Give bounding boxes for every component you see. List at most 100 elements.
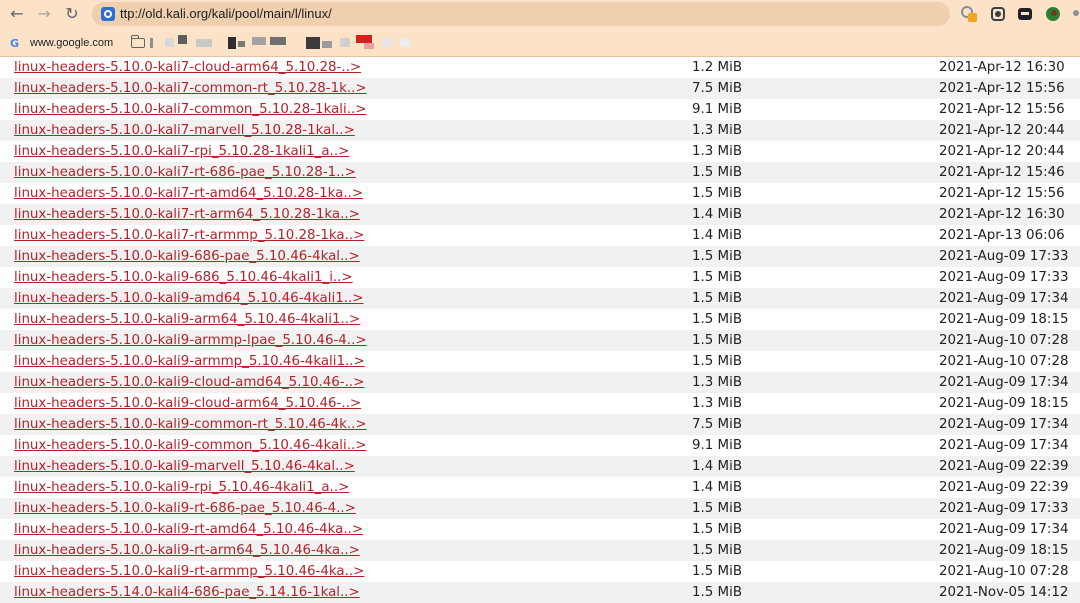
file-date: 2021-Aug-09 17:33 <box>939 249 1069 264</box>
file-link[interactable]: linux-headers-5.10.0-kali7-rt-arm64_5.10… <box>14 204 360 225</box>
table-row: linux-headers-5.10.0-kali9-cloud-arm64_5… <box>0 393 1080 414</box>
file-date: 2021-Apr-12 20:44 <box>939 144 1065 159</box>
file-link[interactable]: linux-headers-5.10.0-kali9-rt-arm64_5.10… <box>14 540 360 561</box>
file-size: 1.4 MiB <box>692 480 743 495</box>
file-link[interactable]: linux-headers-5.10.0-kali9-common_5.10.4… <box>14 435 366 456</box>
table-row: linux-headers-5.10.0-kali9-686_5.10.46-4… <box>0 267 1080 288</box>
table-row: linux-headers-5.10.0-kali9-rt-amd64_5.10… <box>0 519 1080 540</box>
file-size: 1.5 MiB <box>692 585 743 600</box>
redacted-bookmark <box>340 38 350 47</box>
menu-icon[interactable] <box>1072 6 1080 22</box>
url-text[interactable]: ttp://old.kali.org/kali/pool/main/l/linu… <box>120 2 332 26</box>
file-link[interactable]: linux-headers-5.10.0-kali7-common-rt_5.1… <box>14 78 367 99</box>
extension-mask-icon[interactable] <box>1017 6 1033 22</box>
file-link[interactable]: linux-headers-5.14.0-kali4-686-pae_5.14.… <box>14 582 360 603</box>
redacted-bookmark <box>364 43 374 49</box>
table-row: linux-headers-5.10.0-kali7-cloud-arm64_5… <box>0 57 1080 78</box>
file-date: 2021-Aug-09 22:39 <box>939 480 1069 495</box>
file-size: 9.1 MiB <box>692 438 743 453</box>
site-favicon-icon <box>101 7 115 21</box>
file-link[interactable]: linux-headers-5.10.0-kali9-cloud-amd64_5… <box>14 372 364 393</box>
file-link[interactable]: linux-headers-5.10.0-kali9-armmp-lpae_5.… <box>14 330 367 351</box>
redacted-bookmark <box>322 41 332 48</box>
file-size: 1.5 MiB <box>692 543 743 558</box>
file-size: 1.4 MiB <box>692 459 743 474</box>
file-date: 2021-Aug-09 22:39 <box>939 459 1069 474</box>
file-link[interactable]: linux-headers-5.10.0-kali9-rt-armmp_5.10… <box>14 561 364 582</box>
profile-avatar-icon[interactable] <box>1045 6 1061 22</box>
folder-icon[interactable] <box>130 35 145 48</box>
file-link[interactable]: linux-headers-5.10.0-kali9-amd64_5.10.46… <box>14 288 363 309</box>
file-link[interactable]: linux-headers-5.10.0-kali9-marvell_5.10.… <box>14 456 355 477</box>
file-size: 1.3 MiB <box>692 396 743 411</box>
table-row: linux-headers-5.10.0-kali9-armmp_5.10.46… <box>0 351 1080 372</box>
file-date: 2021-Apr-12 16:30 <box>939 60 1065 75</box>
bookmark-label: www.google.com <box>30 37 114 49</box>
browser-toolbar: ← → ↻ ttp://old.kali.org/kali/pool/main/… <box>0 0 1080 29</box>
redacted-bookmark <box>252 37 266 45</box>
table-row: linux-headers-5.10.0-kali7-rt-armmp_5.10… <box>0 225 1080 246</box>
google-icon: G <box>10 36 20 50</box>
file-date: 2021-Aug-10 07:28 <box>939 564 1069 579</box>
redacted-bookmark <box>356 35 372 43</box>
file-link[interactable]: linux-headers-5.10.0-kali9-686-pae_5.10.… <box>14 246 360 267</box>
table-row: linux-headers-5.10.0-kali7-common-rt_5.1… <box>0 78 1080 99</box>
table-row: linux-headers-5.10.0-kali7-marvell_5.10.… <box>0 120 1080 141</box>
file-link[interactable]: linux-headers-5.10.0-kali7-common_5.10.2… <box>14 99 366 120</box>
reload-icon[interactable]: ↻ <box>61 3 83 25</box>
file-date: 2021-Aug-10 07:28 <box>939 333 1069 348</box>
redacted-bookmark <box>178 35 187 44</box>
table-row: linux-headers-5.10.0-kali9-common-rt_5.1… <box>0 414 1080 435</box>
back-arrow-icon[interactable]: ← <box>6 3 28 25</box>
table-row: linux-headers-5.10.0-kali9-marvell_5.10.… <box>0 456 1080 477</box>
file-size: 7.5 MiB <box>692 81 743 96</box>
table-row: linux-headers-5.10.0-kali7-rpi_5.10.28-1… <box>0 141 1080 162</box>
file-link[interactable]: linux-headers-5.10.0-kali9-common-rt_5.1… <box>14 414 367 435</box>
file-date: 2021-Aug-09 18:15 <box>939 543 1069 558</box>
file-link[interactable]: linux-headers-5.10.0-kali9-cloud-arm64_5… <box>14 393 361 414</box>
file-date: 2021-Aug-09 17:34 <box>939 417 1069 432</box>
file-link[interactable]: linux-headers-5.10.0-kali7-rt-amd64_5.10… <box>14 183 363 204</box>
file-link[interactable]: linux-headers-5.10.0-kali9-rt-amd64_5.10… <box>14 519 363 540</box>
file-link[interactable]: linux-headers-5.10.0-kali7-rt-armmp_5.10… <box>14 225 364 246</box>
file-link[interactable]: linux-headers-5.10.0-kali7-rt-686-pae_5.… <box>14 162 356 183</box>
file-size: 1.3 MiB <box>692 123 743 138</box>
file-date: 2021-Nov-05 14:12 <box>939 585 1069 600</box>
file-size: 9.1 MiB <box>692 102 743 117</box>
table-row: linux-headers-5.10.0-kali9-amd64_5.10.46… <box>0 288 1080 309</box>
file-size: 1.4 MiB <box>692 207 743 222</box>
redacted-bookmark <box>400 38 410 47</box>
bookmark-google[interactable]: G www.google.com <box>10 35 113 51</box>
file-date: 2021-Apr-12 15:46 <box>939 165 1065 180</box>
extension-search-icon[interactable] <box>961 6 977 22</box>
file-size: 1.5 MiB <box>692 291 743 306</box>
table-row: linux-headers-5.10.0-kali9-686-pae_5.10.… <box>0 246 1080 267</box>
file-date: 2021-Apr-12 16:30 <box>939 207 1065 222</box>
file-date: 2021-Aug-09 17:34 <box>939 438 1069 453</box>
file-link[interactable]: linux-headers-5.10.0-kali9-rpi_5.10.46-4… <box>14 477 349 498</box>
file-link[interactable]: linux-headers-5.10.0-kali7-marvell_5.10.… <box>14 120 355 141</box>
table-row: linux-headers-5.14.0-kali4-686-pae_5.14.… <box>0 582 1080 603</box>
file-link[interactable]: linux-headers-5.10.0-kali9-armmp_5.10.46… <box>14 351 365 372</box>
file-date: 2021-Aug-09 17:34 <box>939 291 1069 306</box>
table-row: linux-headers-5.10.0-kali9-common_5.10.4… <box>0 435 1080 456</box>
table-row: linux-headers-5.10.0-kali9-arm64_5.10.46… <box>0 309 1080 330</box>
file-date: 2021-Aug-09 17:33 <box>939 501 1069 516</box>
redacted-bookmark <box>238 41 245 47</box>
file-size: 1.3 MiB <box>692 144 743 159</box>
redacted-bookmark <box>165 38 174 47</box>
file-link[interactable]: linux-headers-5.10.0-kali7-cloud-arm64_5… <box>14 57 361 78</box>
file-link[interactable]: linux-headers-5.10.0-kali9-686_5.10.46-4… <box>14 267 353 288</box>
file-date: 2021-Apr-12 15:56 <box>939 81 1065 96</box>
file-link[interactable]: linux-headers-5.10.0-kali9-arm64_5.10.46… <box>14 309 360 330</box>
table-row: linux-headers-5.10.0-kali7-rt-686-pae_5.… <box>0 162 1080 183</box>
file-link[interactable]: linux-headers-5.10.0-kali7-rpi_5.10.28-1… <box>14 141 349 162</box>
redacted-bookmark <box>382 39 392 47</box>
forward-arrow-icon[interactable]: → <box>33 3 55 25</box>
address-bar[interactable]: ttp://old.kali.org/kali/pool/main/l/linu… <box>92 2 950 26</box>
file-date: 2021-Aug-09 17:34 <box>939 375 1069 390</box>
file-date: 2021-Aug-09 18:15 <box>939 312 1069 327</box>
extension-camera-icon[interactable] <box>990 6 1006 22</box>
file-link[interactable]: linux-headers-5.10.0-kali9-rt-686-pae_5.… <box>14 498 356 519</box>
file-size: 1.5 MiB <box>692 564 743 579</box>
